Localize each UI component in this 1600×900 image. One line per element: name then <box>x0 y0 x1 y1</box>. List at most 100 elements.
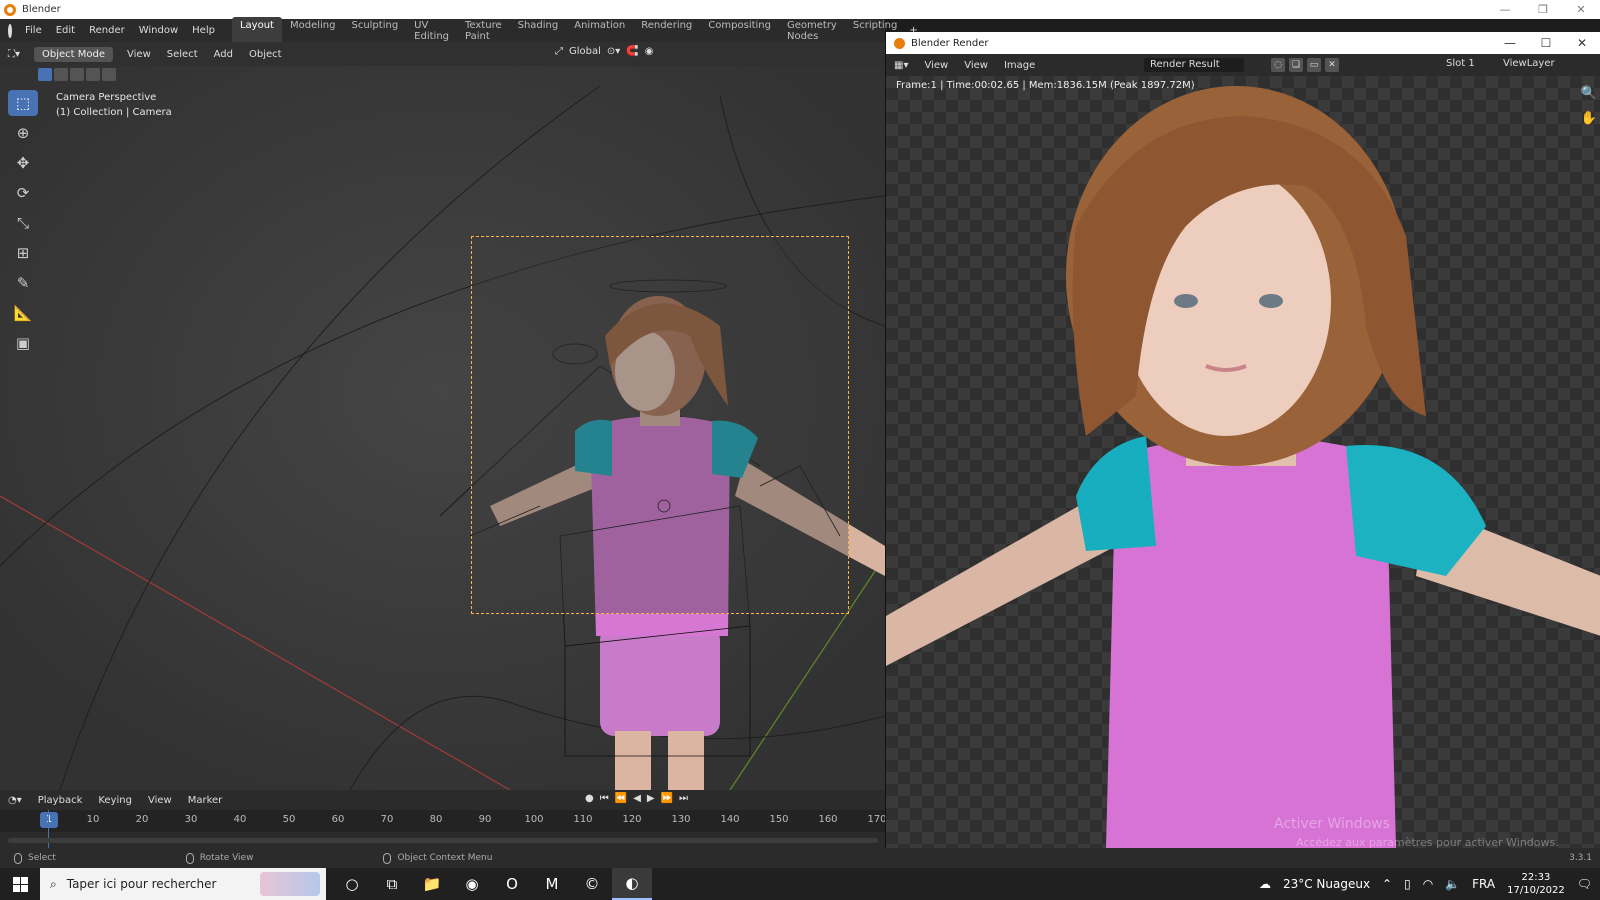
frame-tick: 40 <box>233 814 247 825</box>
menu-window[interactable]: Window <box>132 25 185 36</box>
jump-end-button[interactable]: ⏭ <box>679 793 688 804</box>
timeline-menu-playback[interactable]: Playback <box>30 795 91 806</box>
timeline-menu-view[interactable]: View <box>140 795 180 806</box>
tab-animation[interactable]: Animation <box>566 17 633 45</box>
menu-render[interactable]: Render <box>82 25 132 36</box>
move-tool[interactable]: ✥ <box>8 150 38 176</box>
select-extend-icon[interactable] <box>54 68 68 81</box>
tab-rendering[interactable]: Rendering <box>633 17 700 45</box>
chrome-icon[interactable]: ◉ <box>452 868 492 900</box>
pan-hand-icon[interactable]: ✋ <box>1581 111 1597 126</box>
tab-modeling[interactable]: Modeling <box>282 17 344 45</box>
orientation-dropdown[interactable]: Global <box>569 46 601 57</box>
close-button[interactable]: ✕ <box>1562 3 1600 16</box>
viewport-menu-add[interactable]: Add <box>206 47 241 62</box>
tab-uv-editing[interactable]: UV Editing <box>406 17 457 45</box>
fake-user-icon[interactable]: ◌ <box>1271 58 1285 72</box>
render-image[interactable]: Frame:1 | Time:00:02.65 | Mem:1836.15M (… <box>886 76 1600 848</box>
restore-button[interactable]: ❐ <box>1524 3 1562 16</box>
rotate-tool[interactable]: ⟳ <box>8 180 38 206</box>
tray-chevron-icon[interactable]: ⌃ <box>1382 877 1392 891</box>
cortana-icon[interactable]: ○ <box>332 868 372 900</box>
viewport-menu-select[interactable]: Select <box>159 47 206 62</box>
render-menu-image-2[interactable]: Image <box>996 60 1043 71</box>
object-mode-dropdown[interactable]: Object Mode <box>34 46 114 62</box>
render-result-field[interactable]: Render Result <box>1144 58 1244 72</box>
image-editor-type-icon[interactable]: ▦▾ <box>886 60 916 71</box>
timeline-menu-marker[interactable]: Marker <box>180 795 231 806</box>
tab-shading[interactable]: Shading <box>510 17 567 45</box>
jump-start-button[interactable]: ⏮ <box>600 793 609 804</box>
new-image-icon[interactable]: ❏ <box>1289 58 1303 72</box>
editor-type-button[interactable]: ⛶▾ <box>0 47 28 62</box>
minimize-button[interactable]: — <box>1486 3 1524 16</box>
battery-icon[interactable]: ▯ <box>1404 877 1411 891</box>
add-cube-tool[interactable]: ▣ <box>8 330 38 356</box>
blender-menu-icon[interactable] <box>8 23 12 38</box>
opera-icon[interactable]: O <box>492 868 532 900</box>
unlink-image-icon[interactable]: ✕ <box>1325 58 1339 72</box>
zoom-icon[interactable]: 🔍 <box>1581 86 1597 101</box>
wifi-icon[interactable]: ◠ <box>1423 877 1433 891</box>
render-maximize-button[interactable]: ☐ <box>1528 36 1564 50</box>
timeline-menu-keying[interactable]: Keying <box>90 795 140 806</box>
weather-widget[interactable]: 23°C Nuageux <box>1283 877 1370 891</box>
pivot-icon[interactable]: ⊙▾ <box>607 46 620 57</box>
select-box-tool[interactable]: ⬚ <box>8 90 38 116</box>
annotate-tool[interactable]: ✎ <box>8 270 38 296</box>
file-explorer-icon[interactable]: 📁 <box>412 868 452 900</box>
timeline-scrollbar[interactable] <box>8 838 878 843</box>
language-indicator[interactable]: FRA <box>1472 877 1495 891</box>
tab-compositing[interactable]: Compositing <box>700 17 779 45</box>
open-image-icon[interactable]: ▭ <box>1307 58 1321 72</box>
frame-ruler[interactable]: 1 10 20 30 40 50 60 70 80 90 100 110 120 130 140 150 16… <box>0 810 887 832</box>
menu-help[interactable]: Help <box>185 25 222 36</box>
render-window-title: Blender Render <box>911 37 989 49</box>
render-stats: Frame:1 | Time:00:02.65 | Mem:1836.15M (… <box>896 80 1195 91</box>
tab-layout[interactable]: Layout <box>231 16 282 45</box>
clock[interactable]: 22:33 17/10/2022 <box>1507 871 1565 897</box>
select-invert-icon[interactable] <box>86 68 100 81</box>
c-app-icon[interactable]: © <box>572 868 612 900</box>
render-menu-view-0[interactable]: View <box>916 60 956 71</box>
render-menu-view-1[interactable]: View <box>956 60 996 71</box>
select-intersect-icon[interactable] <box>102 68 116 81</box>
cursor-tool[interactable]: ⊕ <box>8 120 38 146</box>
start-button[interactable] <box>0 876 40 892</box>
play-reverse-button[interactable]: ◀ <box>633 793 641 804</box>
maya-icon[interactable]: M <box>532 868 572 900</box>
play-button[interactable]: ▶ <box>647 793 655 804</box>
record-button[interactable]: ● <box>585 793 594 804</box>
render-minimize-button[interactable]: — <box>1492 36 1528 50</box>
viewport-menu-view[interactable]: View <box>119 47 159 62</box>
view-layer-dropdown[interactable]: ViewLayer <box>1503 58 1555 69</box>
scale-tool[interactable]: ⤡ <box>8 210 38 236</box>
render-close-button[interactable]: ✕ <box>1564 36 1600 50</box>
select-new-icon[interactable] <box>38 68 52 81</box>
task-view-icon[interactable]: ⧉ <box>372 868 412 900</box>
current-frame-indicator[interactable]: 1 <box>40 812 58 828</box>
blender-icon[interactable]: ◐ <box>612 868 652 900</box>
snap-icon[interactable]: 🧲 <box>626 46 638 57</box>
render-window: Blender Render — ☐ ✕ ▦▾ View View Image Re… <box>885 32 1600 848</box>
prev-keyframe-button[interactable]: ⏪ <box>615 793 627 804</box>
tab-sculpting[interactable]: Sculpting <box>343 17 406 45</box>
mouse-left-icon <box>14 852 22 864</box>
menu-edit[interactable]: Edit <box>49 25 82 36</box>
slot-dropdown[interactable]: Slot 1 <box>1446 58 1475 69</box>
notification-icon[interactable]: 🗨 <box>1577 877 1592 891</box>
tab-geometry-nodes[interactable]: Geometry Nodes <box>779 17 845 45</box>
3d-viewport[interactable]: ⛶▾ Object Mode View Select Add Object ⤢ Glo… <box>0 42 885 790</box>
menu-file[interactable]: File <box>18 25 49 36</box>
proportional-icon[interactable]: ◉ <box>645 46 654 57</box>
next-keyframe-button[interactable]: ⏩ <box>661 793 673 804</box>
viewport-header: ⛶▾ Object Mode View Select Add Object ⤢ Glo… <box>0 42 885 66</box>
volume-icon[interactable]: 🔈 <box>1445 877 1460 891</box>
timeline-editor-type-icon[interactable]: ◔▾ <box>0 795 30 806</box>
viewport-menu-object[interactable]: Object <box>241 47 290 62</box>
select-subtract-icon[interactable] <box>70 68 84 81</box>
tab-texture-paint[interactable]: Texture Paint <box>457 17 510 45</box>
transform-tool[interactable]: ⊞ <box>8 240 38 266</box>
measure-tool[interactable]: 📐 <box>8 300 38 326</box>
taskbar-search-box[interactable]: ⌕ Taper ici pour rechercher <box>40 868 326 900</box>
